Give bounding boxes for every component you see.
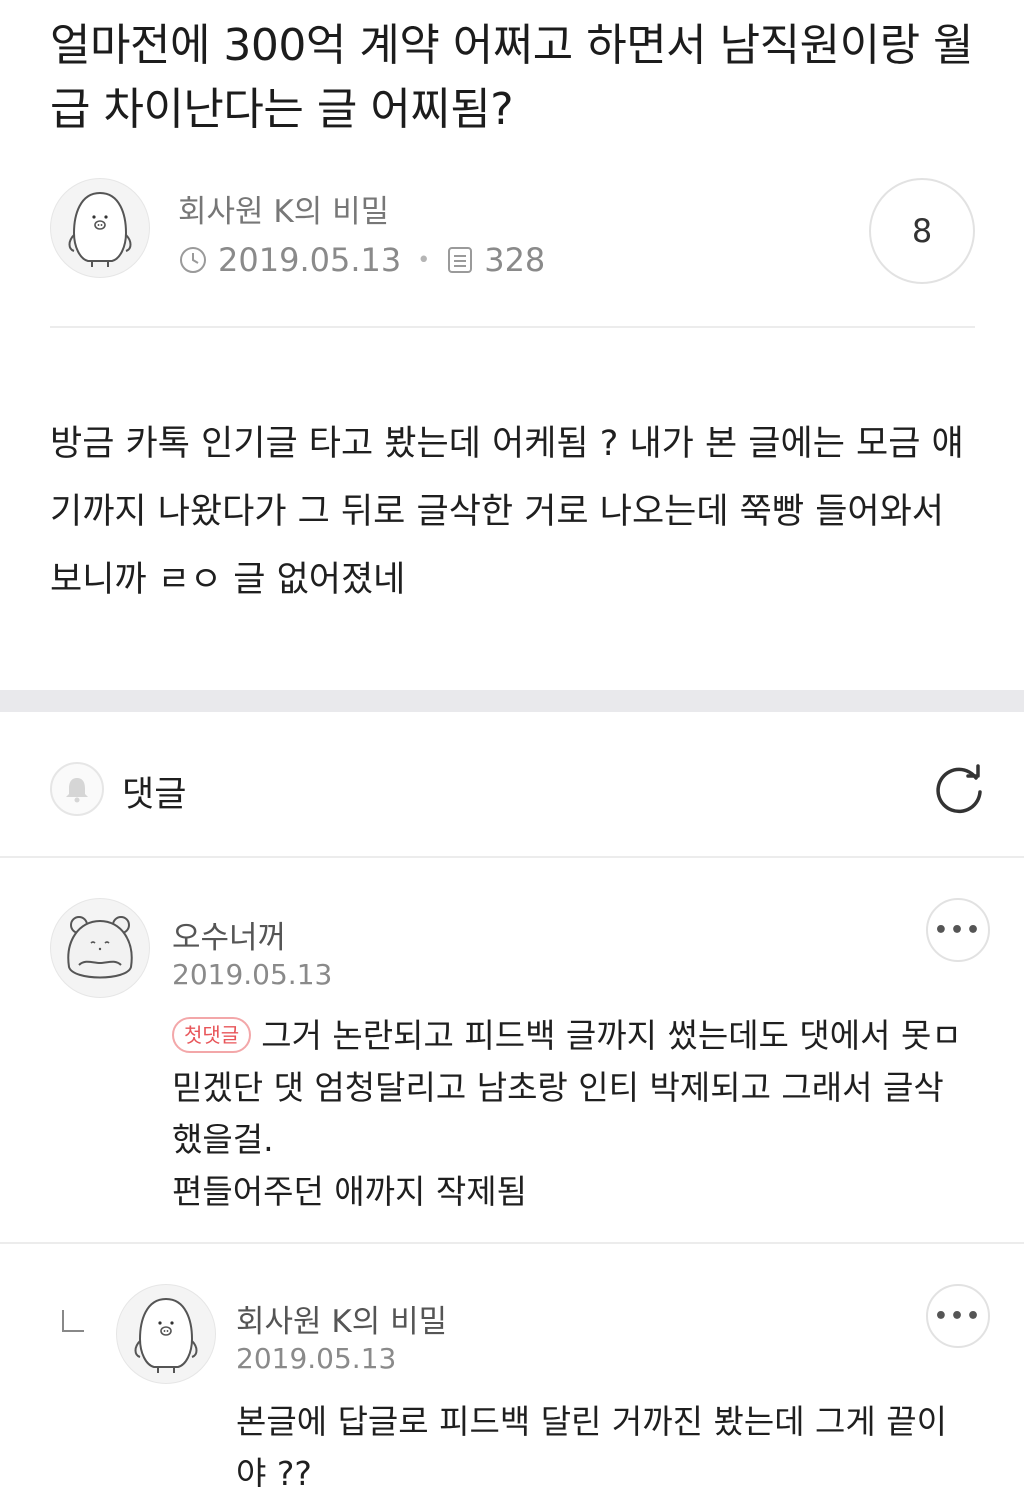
document-icon xyxy=(446,245,474,275)
comment-date: 2019.05.13 xyxy=(172,958,333,991)
section-separator xyxy=(0,690,1024,712)
hamster-avatar-icon xyxy=(67,916,133,979)
post-meta: 2019.05.13 • 328 xyxy=(178,240,545,280)
comment-divider xyxy=(0,1242,1024,1244)
commenter-avatar[interactable] xyxy=(50,898,150,998)
separator-dot: • xyxy=(417,247,431,273)
author-name[interactable]: 회사원 K의 비밀 xyxy=(178,186,389,231)
comments-header-divider xyxy=(0,856,1024,858)
comment-author[interactable]: 오수너꺼 xyxy=(172,912,286,957)
penguin-avatar-icon xyxy=(68,191,132,267)
reply-author-avatar[interactable] xyxy=(116,1284,216,1384)
header-divider xyxy=(50,326,975,328)
comments-label: 댓글 xyxy=(122,775,187,815)
post-title: 얼마전에 300억 계약 어쩌고 하면서 남직원이랑 월급 차이난다는 글 어찌… xyxy=(50,20,974,135)
clock-icon xyxy=(178,245,208,275)
reply-date: 2019.05.13 xyxy=(236,1342,397,1375)
comment-count-button[interactable]: 8 xyxy=(869,178,975,284)
view-count: 328 xyxy=(484,241,546,279)
comment-text-block: 첫댓글 그거 논란되고 피드백 글까지 썼는데도 댓에서 못ㅁ믿겠단 댓 엄청달리… xyxy=(172,1010,972,1218)
comment-text: 그거 논란되고 피드백 글까지 썼는데도 댓에서 못ㅁ믿겠단 댓 엄청달리고 남… xyxy=(172,1016,962,1211)
author-avatar[interactable] xyxy=(50,178,150,278)
post-date: 2019.05.13 xyxy=(218,241,402,279)
reply-author[interactable]: 회사원 K의 비밀 xyxy=(236,1296,447,1341)
post-body: 방금 카톡 인기글 타고 봤는데 어케됨 ? 내가 본 글에는 모금 얘기까지 … xyxy=(50,424,964,600)
reply-text: 본글에 답글로 피드백 달린 거까진 봤는데 그게 끝이야 ?? xyxy=(236,1402,947,1487)
reply-corner-icon xyxy=(62,1310,84,1332)
bell-icon[interactable] xyxy=(50,762,104,816)
refresh-icon[interactable] xyxy=(930,760,990,820)
first-comment-badge: 첫댓글 xyxy=(172,1017,252,1053)
more-dots-icon[interactable]: ••• xyxy=(926,1284,990,1348)
penguin-avatar-icon xyxy=(134,1297,198,1373)
post-page: 얼마전에 300억 계약 어쩌고 하면서 남직원이랑 월급 차이난다는 글 어찌… xyxy=(0,0,1024,1487)
more-dots-icon[interactable]: ••• xyxy=(926,898,990,962)
